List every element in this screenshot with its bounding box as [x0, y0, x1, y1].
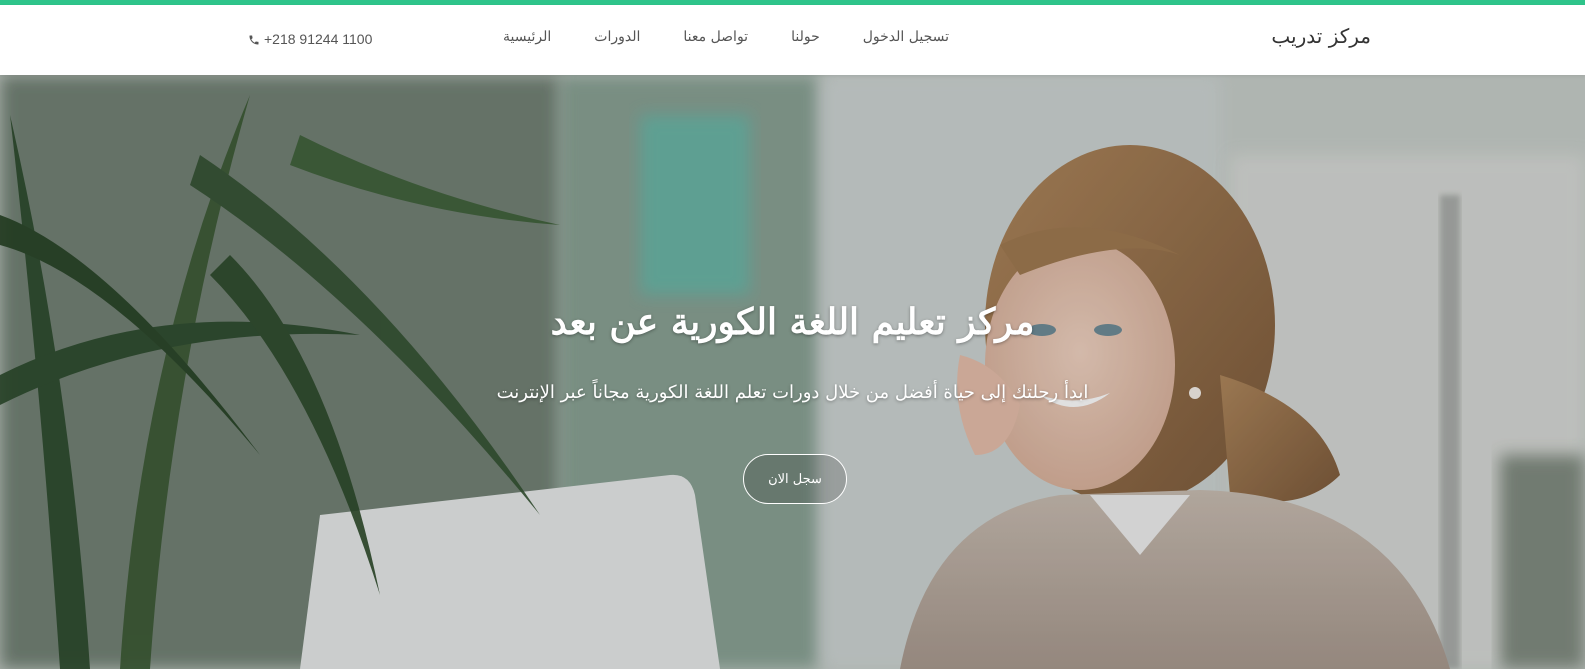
- nav-item-courses[interactable]: الدورات: [594, 29, 640, 45]
- nav-item-contact[interactable]: تواصل معنا: [683, 29, 748, 45]
- phone-icon: [248, 33, 260, 45]
- main-nav: الرئيسية الدورات تواصل معنا حولنا تسجيل …: [460, 29, 949, 45]
- page: مركز تدريب الرئيسية الدورات تواصل معنا ح…: [0, 0, 1585, 669]
- nav-item-login[interactable]: تسجيل الدخول: [863, 29, 949, 45]
- phone-contact[interactable]: +218 91244 1100: [248, 31, 372, 47]
- brand-logo-text[interactable]: مركز تدريب: [1271, 24, 1371, 48]
- hero-subtitle: ابدأ رحلتك إلى حياة أفضل من خلال دورات ت…: [496, 382, 1089, 403]
- nav-item-about[interactable]: حولنا: [791, 29, 820, 45]
- hero-section: مركز تعليم اللغة الكورية عن بعد ابدأ رحل…: [0, 75, 1585, 669]
- register-now-button[interactable]: سجل الان: [743, 454, 847, 504]
- nav-item-home[interactable]: الرئيسية: [503, 29, 551, 45]
- phone-number: +218 91244 1100: [264, 31, 373, 47]
- hero-title: مركز تعليم اللغة الكورية عن بعد: [550, 301, 1035, 343]
- navbar: مركز تدريب الرئيسية الدورات تواصل معنا ح…: [0, 5, 1585, 75]
- hero-content: مركز تعليم اللغة الكورية عن بعد ابدأ رحل…: [0, 75, 1585, 669]
